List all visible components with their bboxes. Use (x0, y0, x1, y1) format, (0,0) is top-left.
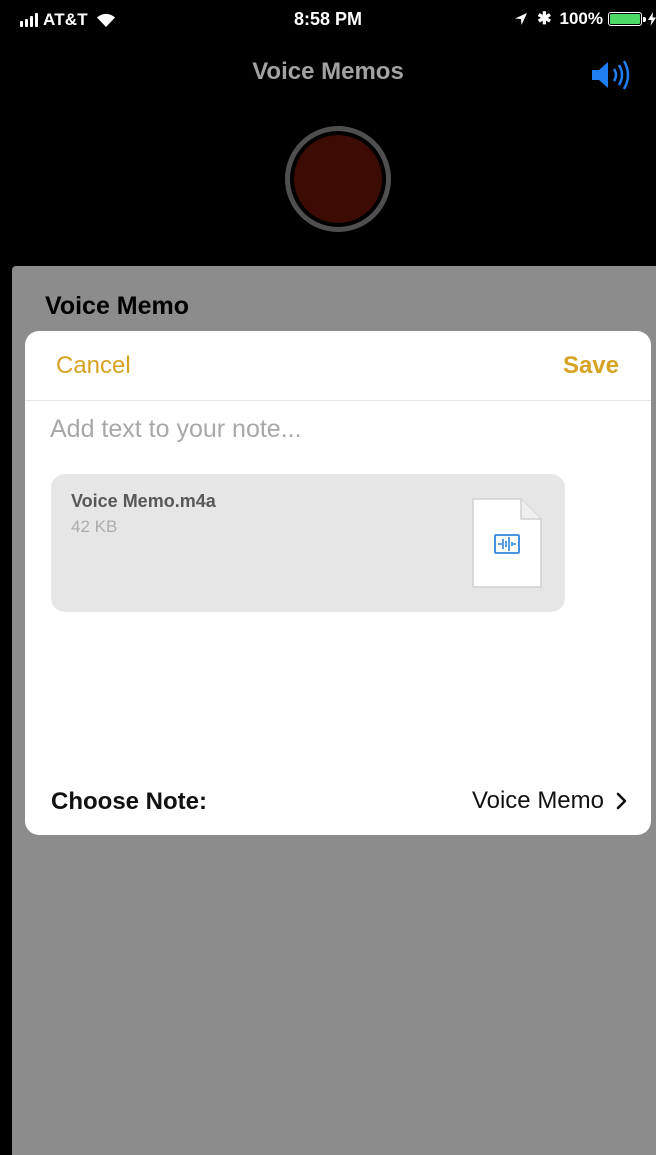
status-bar: AT&T 8:58 PM ✱ 100% (0, 0, 656, 40)
cancel-button[interactable]: Cancel (56, 352, 131, 380)
attachment-name: Voice Memo.m4a (71, 491, 216, 511)
charging-icon (648, 12, 656, 26)
header-divider (25, 400, 651, 401)
battery-icon (608, 12, 646, 26)
location-icon (515, 13, 528, 25)
save-button[interactable]: Save (563, 352, 619, 380)
choose-note-label: Choose Note: (51, 788, 207, 815)
attachment-size: 42 KB (71, 517, 118, 536)
status-right: ✱ 100% (514, 9, 656, 29)
attachment-card[interactable]: Voice Memo.m4a 42 KB (51, 474, 565, 612)
app-title: Voice Memos (252, 58, 404, 85)
bluetooth-icon: ✱ (537, 9, 552, 28)
record-icon (294, 135, 382, 223)
choose-note-value: Voice Memo (471, 787, 604, 814)
notes-share-card: Cancel Save Voice Memo.m4a 42 KB Choose … (25, 331, 651, 835)
chevron-right-icon (616, 792, 627, 810)
battery-percentage: 100% (559, 9, 603, 28)
share-sheet-title: Voice Memo (45, 292, 190, 320)
audio-file-icon (472, 498, 542, 588)
note-text-input[interactable] (50, 415, 610, 444)
choose-note-selector[interactable]: Voice Memo (472, 787, 627, 815)
speaker-icon[interactable] (590, 58, 634, 92)
record-button[interactable] (285, 126, 391, 232)
